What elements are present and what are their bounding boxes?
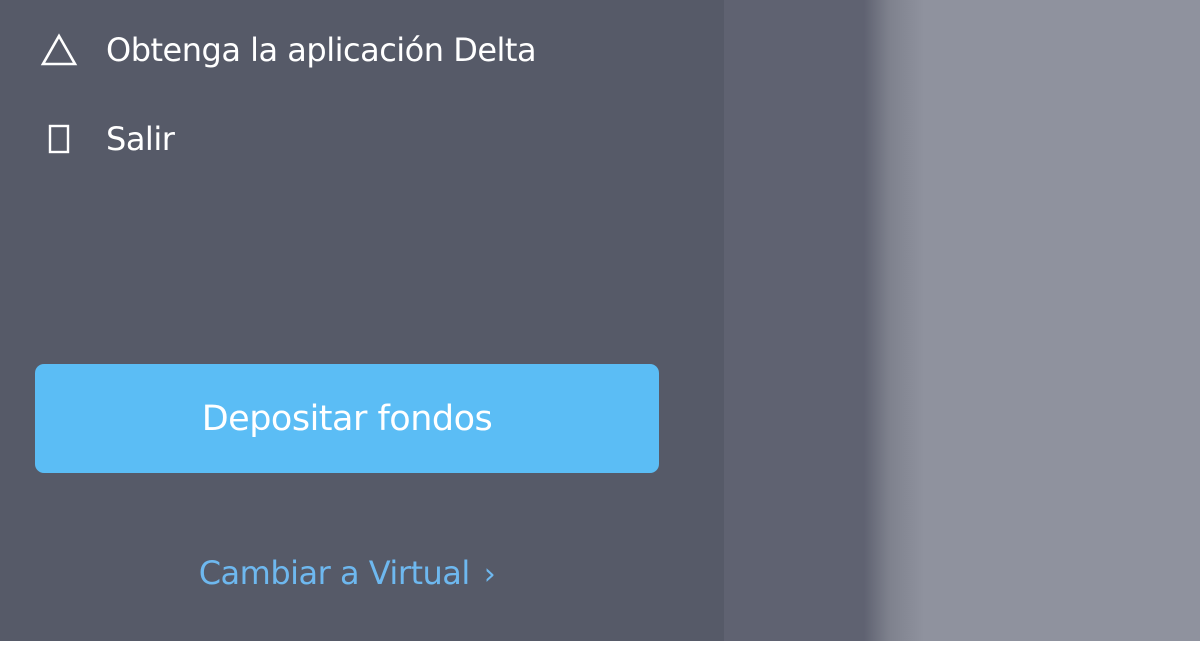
door-icon: [40, 120, 78, 158]
menu-item-logout[interactable]: Salir: [0, 109, 724, 169]
app-screen: Obtenga la aplicación Delta Salir Deposi…: [0, 0, 1200, 641]
side-menu: Obtenga la aplicación Delta Salir Deposi…: [0, 0, 724, 641]
switch-to-virtual-label: Cambiar a Virtual: [198, 554, 471, 592]
menu-item-label: Obtenga la aplicación Delta: [106, 31, 537, 69]
triangle-icon: [40, 31, 78, 69]
switch-to-virtual-link[interactable]: Cambiar a Virtual ›: [0, 545, 694, 601]
menu-item-get-app[interactable]: Obtenga la aplicación Delta: [0, 20, 724, 80]
chevron-right-icon: ›: [483, 556, 496, 592]
deposit-funds-button[interactable]: Depositar fondos: [35, 364, 659, 473]
menu-item-label: Salir: [106, 120, 175, 158]
bottom-edge: [0, 641, 1200, 647]
dimmed-backdrop[interactable]: [724, 0, 1200, 641]
